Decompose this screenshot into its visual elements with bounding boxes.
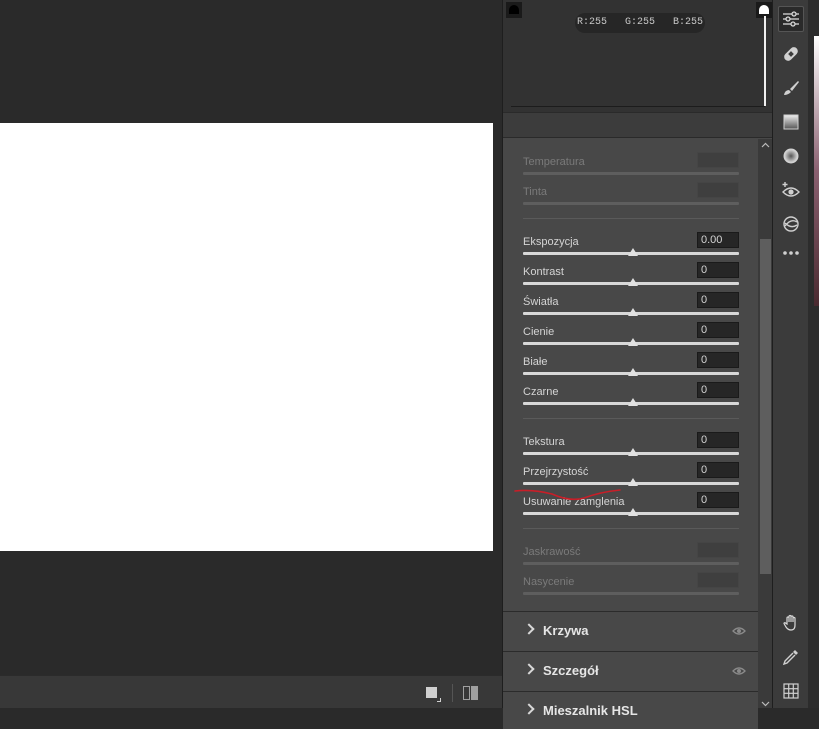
slider-thumb[interactable] bbox=[628, 508, 638, 516]
slider-label: Białe bbox=[523, 356, 548, 368]
section-divider bbox=[523, 528, 739, 529]
rgb-readout: R:255 G:255 B:255 bbox=[575, 13, 705, 33]
presets-icon[interactable] bbox=[778, 211, 804, 237]
slider-value-field bbox=[697, 572, 739, 588]
slider-value-field[interactable]: 0 bbox=[697, 382, 739, 398]
hand-icon[interactable] bbox=[778, 610, 804, 636]
slider-row: Tekstura 0 bbox=[523, 430, 739, 460]
slider-value-field[interactable]: 0 bbox=[697, 432, 739, 448]
slider-thumb[interactable] bbox=[628, 248, 638, 256]
slider-row: Tinta bbox=[523, 180, 739, 210]
slider-label: Ekspozycja bbox=[523, 236, 579, 248]
chevron-right-icon bbox=[523, 623, 535, 635]
section-hsl[interactable]: Mieszalnik HSL bbox=[503, 691, 758, 729]
scroll-thumb[interactable] bbox=[760, 239, 771, 574]
eye-icon[interactable] bbox=[732, 626, 746, 636]
slider-label: Temperatura bbox=[523, 156, 585, 168]
slider-row: Nasycenie bbox=[523, 570, 739, 600]
chevron-right-icon bbox=[523, 703, 535, 715]
slider-label: Czarne bbox=[523, 386, 559, 398]
section-title: Szczegół bbox=[543, 663, 599, 678]
section-divider bbox=[523, 418, 739, 419]
histogram: R:255 G:255 B:255 bbox=[503, 0, 773, 112]
section-title: Mieszalnik HSL bbox=[543, 703, 638, 718]
slider-row: Temperatura bbox=[523, 150, 739, 180]
slider-thumb[interactable] bbox=[628, 478, 638, 486]
scroll-down-icon[interactable] bbox=[761, 699, 770, 708]
slider-track bbox=[523, 172, 739, 175]
slider-track bbox=[523, 562, 739, 565]
slider-value-field[interactable]: 0 bbox=[697, 352, 739, 368]
slider-row: Jaskrawość bbox=[523, 540, 739, 570]
slider-label: Cienie bbox=[523, 326, 555, 338]
slider-value-field[interactable]: 0 bbox=[697, 262, 739, 278]
eye-icon[interactable] bbox=[732, 666, 746, 676]
linear-gradient-icon[interactable] bbox=[778, 109, 804, 135]
slider-value-field[interactable]: 0 bbox=[697, 292, 739, 308]
red-eye-icon[interactable] bbox=[778, 177, 804, 203]
before-after-icon[interactable] bbox=[462, 686, 480, 700]
brush-icon[interactable] bbox=[778, 75, 804, 101]
histogram-baseline bbox=[511, 106, 765, 107]
panel-header-strip bbox=[503, 112, 773, 138]
slider-row: Czarne 0 bbox=[523, 380, 739, 410]
slider-value-field[interactable]: 0 bbox=[697, 492, 739, 508]
slider-row: Cienie 0 bbox=[523, 320, 739, 350]
edit-sliders-icon[interactable] bbox=[778, 6, 804, 32]
grid-icon[interactable] bbox=[778, 678, 804, 704]
slider-label: Tinta bbox=[523, 186, 548, 198]
slider-value-field[interactable]: 0.00 bbox=[697, 232, 739, 248]
radial-gradient-icon[interactable] bbox=[778, 143, 804, 169]
view-mode-icon[interactable] bbox=[425, 686, 441, 702]
slider-thumb[interactable] bbox=[628, 338, 638, 346]
section-divider bbox=[523, 218, 739, 219]
panel-scrollbar[interactable] bbox=[758, 139, 773, 708]
healing-icon[interactable] bbox=[778, 41, 804, 67]
basic-sliders: Temperatura Tinta Ekspozycja 0.00 Kontrast 0 Ś… bbox=[503, 139, 758, 609]
slider-row: Kontrast 0 bbox=[523, 260, 739, 290]
slider-value-field bbox=[697, 182, 739, 198]
canvas-bottom-bar bbox=[0, 675, 502, 708]
color-gradient-strip bbox=[814, 36, 819, 306]
slider-value-field[interactable]: 0 bbox=[697, 462, 739, 478]
slider-label: Kontrast bbox=[523, 266, 564, 278]
shadow-clipping-icon[interactable] bbox=[506, 2, 522, 18]
slider-thumb[interactable] bbox=[628, 398, 638, 406]
adjacent-panel-edge bbox=[808, 0, 819, 708]
section-szczegol[interactable]: Szczegół bbox=[503, 651, 758, 689]
red-annotation-scribble bbox=[514, 489, 621, 501]
slider-thumb[interactable] bbox=[628, 368, 638, 376]
slider-label: Światła bbox=[523, 296, 559, 308]
slider-row: Światła 0 bbox=[523, 290, 739, 320]
slider-value-field[interactable]: 0 bbox=[697, 322, 739, 338]
slider-track bbox=[523, 592, 739, 595]
section-krzywa[interactable]: Krzywa bbox=[503, 611, 758, 649]
histogram-white-spike bbox=[764, 16, 766, 106]
slider-track bbox=[523, 202, 739, 205]
slider-label: Jaskrawość bbox=[523, 546, 581, 558]
chevron-right-icon bbox=[523, 663, 535, 675]
section-title: Krzywa bbox=[543, 623, 589, 638]
slider-label: Nasycenie bbox=[523, 576, 575, 588]
toolbar-divider bbox=[452, 684, 453, 702]
image-canvas[interactable] bbox=[0, 0, 502, 708]
slider-label: Przejrzystość bbox=[523, 466, 589, 478]
slider-thumb[interactable] bbox=[628, 278, 638, 286]
scroll-up-icon[interactable] bbox=[761, 141, 770, 150]
adjustments-panel: R:255 G:255 B:255 Temperatura Tinta Ekspoz… bbox=[502, 0, 773, 729]
slider-thumb[interactable] bbox=[628, 448, 638, 456]
tools-toolbar bbox=[772, 0, 808, 708]
preview-image bbox=[0, 123, 493, 551]
eyedropper-icon[interactable] bbox=[778, 644, 804, 670]
more-icon[interactable] bbox=[778, 240, 804, 266]
slider-row: Ekspozycja 0.00 bbox=[523, 230, 739, 260]
slider-thumb[interactable] bbox=[628, 308, 638, 316]
slider-value-field bbox=[697, 542, 739, 558]
slider-label: Tekstura bbox=[523, 436, 565, 448]
slider-value-field bbox=[697, 152, 739, 168]
slider-row: Białe 0 bbox=[523, 350, 739, 380]
